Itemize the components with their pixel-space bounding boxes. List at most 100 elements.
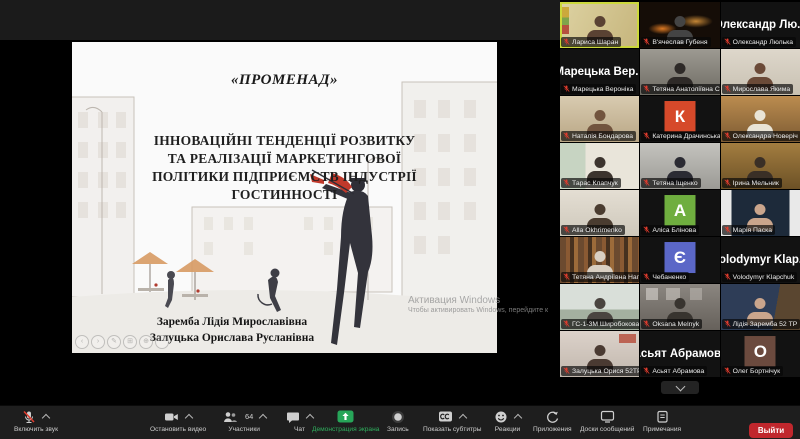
muted-mic-icon (563, 226, 570, 234)
participant-tile[interactable]: Volodymyr Klap...Volodymyr Klapchuk (721, 237, 800, 283)
muted-mic-icon (724, 320, 731, 328)
participant-name-label: Лариса Шаран (561, 37, 621, 47)
participant-name-label: Катерина Драчинська (641, 131, 719, 141)
record-button[interactable]: Запись (387, 409, 409, 433)
reactions-options-caret[interactable] (514, 413, 522, 421)
muted-mic-icon (563, 320, 570, 328)
mic-options-caret[interactable] (42, 413, 50, 421)
participant-tile[interactable]: Alla Okhrimenko (560, 190, 639, 236)
reactions-button[interactable]: Реакции (494, 409, 521, 433)
participant-tile[interactable]: Тетяна Андріївна Нагірна (560, 237, 639, 283)
share-screen-label: Демонстрация экрана (312, 426, 379, 433)
video-camera-icon (164, 410, 179, 424)
participant-tile[interactable]: Марецька Вер...Марецька Вероніка (560, 49, 639, 95)
muted-mic-icon (643, 273, 650, 281)
participant-tile[interactable]: Олександр Лю...Олександр Люлька (721, 2, 800, 48)
muted-mic-icon (643, 38, 650, 46)
stop-video-button[interactable]: Остановить видео (150, 409, 206, 433)
participant-tile[interactable]: Асьят АбрамоваАсьят Абрамова (640, 331, 719, 377)
leave-meeting-button[interactable]: Выйти (749, 423, 793, 438)
muted-mic-icon (563, 367, 570, 375)
participant-name: Мирослава Якима (733, 86, 791, 93)
closed-captions-icon (438, 410, 453, 423)
heading-line-1: ІННОВАЦІЙНІ ТЕНДЕНЦІЇ РОЗВИТКУ (72, 132, 497, 150)
participant-tile[interactable]: Oksana Melnyk (640, 284, 719, 330)
participant-name-label: Volodymyr Klapchuk (722, 272, 798, 282)
participant-name: Чебаненко (652, 274, 686, 281)
next-slide-icon[interactable]: › (91, 335, 105, 349)
chat-label: Чат (294, 426, 305, 433)
participant-name: Oksana Melnyk (652, 321, 699, 328)
unmute-button[interactable]: Включить звук (14, 409, 58, 433)
presentation-slide: «ПРОМЕНАД» ІННОВАЦІЙНІ ТЕНДЕНЦІЇ РОЗВИТК… (72, 42, 497, 353)
participant-name-label: Alla Okhrimenko (561, 225, 625, 235)
participant-tile[interactable]: ГС-1-3М Широбокова А... (560, 284, 639, 330)
participant-name: Volodymyr Klapchuk (733, 274, 795, 281)
muted-mic-icon (724, 38, 731, 46)
participant-tile[interactable]: Тетяна Іщенко (640, 143, 719, 189)
participant-tile[interactable]: Залуцька Орися 52ТР (560, 331, 639, 377)
participant-tile[interactable]: ККатерина Драчинська (640, 96, 719, 142)
participant-tile[interactable]: Марія Паска (721, 190, 800, 236)
participant-name: Наталія Бондарова (572, 133, 633, 140)
slide-title: «ПРОМЕНАД» (72, 72, 497, 89)
chat-button[interactable]: Чат (286, 409, 313, 433)
whiteboards-button[interactable]: Доски сообщений (580, 409, 634, 433)
author-line-1: Заремба Лідія Мирославівна (127, 314, 337, 330)
participant-name: Марія Паска (733, 227, 772, 234)
notes-icon (656, 410, 669, 423)
participant-tile[interactable]: Мирослава Якима (721, 49, 800, 95)
participant-tile[interactable]: Ірина Мельник (721, 143, 800, 189)
participant-tile[interactable]: Тетяна Анатоліївна Силь... (640, 49, 719, 95)
participant-tile[interactable]: В'ячеслав Губеня (640, 2, 719, 48)
muted-mic-icon (643, 179, 650, 187)
share-screen-button[interactable]: Демонстрация экрана (312, 409, 379, 433)
participant-name-label: Тетяна Іщенко (641, 178, 700, 188)
participant-tile[interactable]: Наталія Бондарова (560, 96, 639, 142)
participant-tile[interactable]: ААліса Блінова (640, 190, 719, 236)
participant-tile[interactable]: Лідія Заремба 52 ТР (721, 284, 800, 330)
chevron-down-icon (675, 381, 685, 391)
participant-name-label: Залуцька Орися 52ТР (561, 366, 639, 376)
participant-tile[interactable]: ООлег Бортнічук (721, 331, 800, 377)
zoom-meeting-window: «ПРОМЕНАД» ІННОВАЦІЙНІ ТЕНДЕНЦІЇ РОЗВИТК… (0, 0, 800, 439)
apps-label: Приложения (533, 426, 572, 433)
whiteboards-label: Доски сообщений (580, 426, 634, 433)
prev-slide-icon[interactable]: ‹ (75, 335, 89, 349)
notes-label: Примечания (643, 426, 681, 433)
pen-tool-icon[interactable]: ✎ (107, 335, 121, 349)
participants-options-caret[interactable] (259, 413, 267, 421)
meeting-toolbar: Включить звук Остановить видео 6 (0, 405, 800, 439)
participants-button[interactable]: 64 Участники (222, 409, 266, 433)
muted-mic-icon (563, 179, 570, 187)
share-screen-icon (337, 410, 354, 423)
captions-button[interactable]: Показать субтитры (423, 409, 481, 433)
participant-tile[interactable]: Лариса Шаран (560, 2, 639, 48)
screen-share-area: «ПРОМЕНАД» ІННОВАЦІЙНІ ТЕНДЕНЦІЇ РОЗВИТК… (0, 0, 560, 405)
video-options-caret[interactable] (185, 413, 193, 421)
muted-mic-icon (724, 273, 731, 281)
participant-name-label: Тарас Клапчук (561, 178, 621, 188)
participant-tile[interactable]: Олександра Новеріч (721, 96, 800, 142)
muted-mic-icon (563, 85, 570, 93)
participant-name: Тетяна Анатоліївна Силь... (652, 86, 719, 93)
participant-name-label: В'ячеслав Губеня (641, 37, 710, 47)
participant-name: Ірина Мельник (733, 180, 779, 187)
participant-tile[interactable]: ЄЧебаненко (640, 237, 719, 283)
share-top-band (0, 0, 560, 40)
captions-options-caret[interactable] (459, 413, 467, 421)
zoom-tool-icon[interactable]: ⊕ (139, 335, 153, 349)
heading-line-4: ГОСТИННОСТІ (72, 186, 497, 204)
participant-name: Аліса Блінова (652, 227, 696, 234)
muted-mic-icon (563, 273, 570, 281)
notes-button[interactable]: Примечания (643, 409, 681, 433)
chat-icon (286, 410, 300, 424)
show-slides-icon[interactable]: ⊞ (123, 335, 137, 349)
reactions-label: Реакции (495, 426, 520, 433)
more-options-icon[interactable]: ⋯ (155, 335, 169, 349)
apps-button[interactable]: Приложения (533, 409, 572, 433)
participant-name-label: Oksana Melnyk (641, 319, 702, 329)
participant-name: Тетяна Іщенко (652, 180, 697, 187)
participant-tile[interactable]: Тарас Клапчук (560, 143, 639, 189)
gallery-scroll-down-button[interactable] (661, 381, 699, 394)
